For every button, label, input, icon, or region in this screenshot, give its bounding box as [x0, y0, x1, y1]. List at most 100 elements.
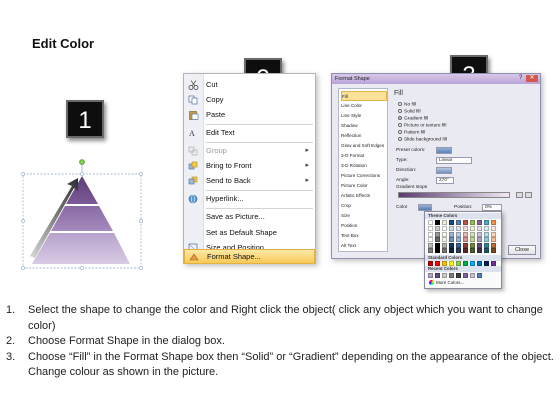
- category-item[interactable]: Line Style: [341, 111, 387, 121]
- angle-field[interactable]: 270°: [436, 177, 454, 184]
- color-swatch[interactable]: [435, 231, 440, 237]
- category-item[interactable]: Text Box: [341, 231, 387, 241]
- category-item[interactable]: Picture Corrections: [341, 171, 387, 181]
- color-swatch[interactable]: [456, 242, 461, 248]
- color-swatch[interactable]: [477, 242, 482, 248]
- category-item[interactable]: Fill: [341, 91, 387, 101]
- color-swatch[interactable]: [463, 261, 468, 266]
- color-swatch[interactable]: [435, 237, 440, 243]
- color-swatch[interactable]: [491, 261, 496, 266]
- color-swatch[interactable]: [491, 220, 496, 225]
- color-swatch[interactable]: [442, 231, 447, 237]
- color-swatch[interactable]: [491, 248, 496, 254]
- color-swatch[interactable]: [463, 226, 468, 231]
- type-dropdown[interactable]: Linear: [436, 157, 472, 164]
- color-swatch[interactable]: [449, 242, 454, 248]
- color-swatch[interactable]: [428, 242, 433, 248]
- color-swatch[interactable]: [428, 261, 433, 266]
- color-swatch[interactable]: [449, 226, 454, 231]
- color-swatch[interactable]: [484, 261, 489, 266]
- dialog-titlebar[interactable]: Format Shape ? ✕: [332, 74, 540, 84]
- menu-item-save-as-picture[interactable]: Save as Picture...: [184, 210, 315, 224]
- color-swatch[interactable]: [428, 226, 433, 231]
- color-swatch[interactable]: [477, 261, 482, 266]
- preset-colors-dropdown[interactable]: [436, 147, 452, 154]
- menu-item-hyperlink[interactable]: Hyperlink...: [184, 192, 315, 206]
- color-swatch[interactable]: [484, 231, 489, 237]
- gradient-stops-bar[interactable]: [398, 192, 510, 198]
- color-swatch[interactable]: [470, 231, 475, 237]
- radio-picture-fill[interactable]: Picture or texture fill: [398, 123, 446, 128]
- color-swatch[interactable]: [477, 220, 482, 225]
- menu-item-format-shape[interactable]: Format Shape...: [184, 249, 315, 264]
- color-swatch[interactable]: [470, 226, 475, 231]
- menu-item-copy[interactable]: Copy: [184, 93, 315, 107]
- color-swatch[interactable]: [449, 273, 454, 278]
- color-swatch[interactable]: [442, 226, 447, 231]
- color-swatch[interactable]: [456, 237, 461, 243]
- color-dropdown[interactable]: [418, 204, 432, 211]
- color-swatch[interactable]: [456, 273, 461, 278]
- color-swatch[interactable]: [470, 273, 475, 278]
- color-swatch[interactable]: [491, 226, 496, 231]
- more-colors-link[interactable]: More Colors...: [429, 280, 464, 286]
- color-swatch[interactable]: [463, 220, 468, 225]
- color-swatch[interactable]: [449, 220, 454, 225]
- category-item[interactable]: Picture Color: [341, 181, 387, 191]
- category-item[interactable]: Artistic Effects: [341, 191, 387, 201]
- color-swatch[interactable]: [477, 226, 482, 231]
- color-swatch[interactable]: [449, 248, 454, 254]
- category-item[interactable]: 3-D Format: [341, 151, 387, 161]
- color-swatch[interactable]: [442, 248, 447, 254]
- color-swatch[interactable]: [463, 237, 468, 243]
- color-swatch[interactable]: [428, 231, 433, 237]
- color-swatch[interactable]: [442, 220, 447, 225]
- color-swatch[interactable]: [463, 273, 468, 278]
- color-swatch[interactable]: [477, 248, 482, 254]
- add-stop-icon[interactable]: [516, 192, 523, 198]
- color-swatch[interactable]: [442, 237, 447, 243]
- category-item[interactable]: Shadow: [341, 121, 387, 131]
- color-swatch[interactable]: [449, 231, 454, 237]
- category-item[interactable]: Size: [341, 211, 387, 221]
- help-icon[interactable]: ?: [519, 75, 522, 81]
- color-swatch[interactable]: [456, 220, 461, 225]
- menu-item-bring-to-front[interactable]: Bring to Front ▸: [184, 159, 315, 173]
- category-item[interactable]: Crop: [341, 201, 387, 211]
- radio-no-fill[interactable]: No fill: [398, 102, 416, 107]
- color-swatch[interactable]: [456, 231, 461, 237]
- radio-pattern-fill[interactable]: Pattern fill: [398, 130, 425, 135]
- color-swatch[interactable]: [470, 220, 475, 225]
- radio-solid-fill[interactable]: Solid fill: [398, 109, 421, 114]
- color-swatch[interactable]: [428, 273, 433, 278]
- category-item[interactable]: Glow and Soft Edges: [341, 141, 387, 151]
- radio-slide-background-fill[interactable]: Slide background fill: [398, 137, 447, 142]
- color-swatch[interactable]: [477, 231, 482, 237]
- color-swatch[interactable]: [428, 220, 433, 225]
- color-swatch[interactable]: [428, 248, 433, 254]
- close-icon[interactable]: ✕: [526, 75, 538, 82]
- color-swatch[interactable]: [470, 237, 475, 243]
- color-swatch[interactable]: [456, 226, 461, 231]
- color-swatch[interactable]: [484, 237, 489, 243]
- color-swatch[interactable]: [435, 248, 440, 254]
- color-swatch[interactable]: [463, 248, 468, 254]
- color-swatch[interactable]: [435, 242, 440, 248]
- color-swatch[interactable]: [470, 261, 475, 266]
- color-swatch[interactable]: [484, 220, 489, 225]
- category-item[interactable]: Line Color: [341, 101, 387, 111]
- color-swatch[interactable]: [477, 237, 482, 243]
- color-swatch[interactable]: [484, 226, 489, 231]
- menu-item-set-default-shape[interactable]: Set as Default Shape: [184, 226, 315, 240]
- color-swatch[interactable]: [428, 237, 433, 243]
- color-swatch[interactable]: [456, 248, 461, 254]
- menu-item-cut[interactable]: Cut: [184, 78, 315, 92]
- menu-item-send-to-back[interactable]: Send to Back ▸: [184, 174, 315, 188]
- color-swatch[interactable]: [470, 242, 475, 248]
- color-swatch[interactable]: [491, 237, 496, 243]
- remove-stop-icon[interactable]: [525, 192, 532, 198]
- color-swatch[interactable]: [463, 231, 468, 237]
- pyramid-shape[interactable]: [20, 158, 145, 273]
- menu-item-group[interactable]: Group ▸: [184, 144, 315, 158]
- color-swatch[interactable]: [484, 248, 489, 254]
